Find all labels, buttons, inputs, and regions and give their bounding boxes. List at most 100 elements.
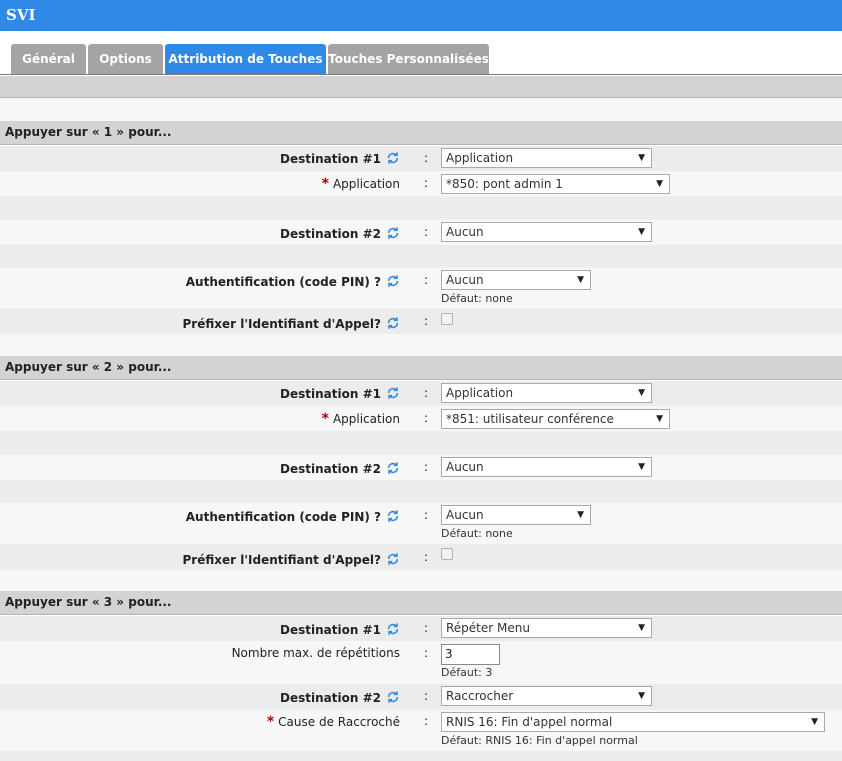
destination-1-label: Destination #1 bbox=[280, 386, 400, 401]
colon: : bbox=[424, 646, 429, 660]
chevron-down-icon: ▼ bbox=[577, 275, 584, 285]
chevron-down-icon: ▼ bbox=[638, 153, 645, 163]
spacer-row bbox=[0, 98, 842, 121]
refresh-icon[interactable] bbox=[386, 509, 400, 523]
form-row-hangup-cause: * Cause de Raccroché : RNIS 16: Fin d'app… bbox=[0, 710, 842, 751]
application-select[interactable]: *850: pont admin 1 ▼ bbox=[441, 174, 670, 194]
prefix-caller-id-checkbox[interactable] bbox=[441, 548, 453, 560]
form-row-application: * Application : *851: utilisateur confére… bbox=[0, 406, 842, 431]
form-row-destination-2: Destination #2 : Aucun ▼ bbox=[0, 455, 842, 480]
form-row-authentication: Authentification (code PIN) ? : Aucun ▼ D… bbox=[0, 268, 842, 309]
max-repetitions-input[interactable]: 3 bbox=[441, 644, 500, 665]
refresh-icon[interactable] bbox=[386, 622, 400, 636]
hangup-cause-label: * Cause de Raccroché bbox=[266, 714, 400, 730]
chevron-down-icon: ▼ bbox=[656, 414, 663, 424]
destination-2-select[interactable]: Raccrocher ▼ bbox=[441, 686, 652, 706]
form-row-destination-1: Destination #1 : Application ▼ bbox=[0, 146, 842, 171]
destination-1-label: Destination #1 bbox=[280, 151, 400, 166]
destination-1-select[interactable]: Application ▼ bbox=[441, 148, 652, 168]
form-row-max-repetitions: Nombre max. de répétitions : 3 Défaut: 3 bbox=[0, 641, 842, 684]
form-row-prefix-caller-id: Préfixer l'Identifiant d'Appel? : bbox=[0, 309, 842, 334]
refresh-icon[interactable] bbox=[386, 690, 400, 704]
destination-1-select[interactable]: Répéter Menu ▼ bbox=[441, 618, 652, 638]
refresh-icon[interactable] bbox=[386, 386, 400, 400]
refresh-icon[interactable] bbox=[386, 274, 400, 288]
chevron-down-icon: ▼ bbox=[638, 388, 645, 398]
spacer-row bbox=[0, 570, 842, 591]
destination-2-select[interactable]: Aucun ▼ bbox=[441, 457, 652, 477]
form-row-authentication: Authentification (code PIN) ? : Aucun ▼ D… bbox=[0, 503, 842, 544]
hangup-cause-default-hint: Défaut: RNIS 16: Fin d'appel normal bbox=[441, 734, 638, 747]
chevron-down-icon: ▼ bbox=[638, 623, 645, 633]
colon: : bbox=[424, 225, 429, 239]
colon: : bbox=[424, 273, 429, 287]
destination-1-label: Destination #1 bbox=[280, 622, 400, 637]
tab-options[interactable]: Options bbox=[88, 44, 163, 74]
required-marker: * bbox=[321, 411, 329, 427]
form-row-destination-1: Destination #1 : Application ▼ bbox=[0, 381, 842, 406]
refresh-icon[interactable] bbox=[386, 316, 400, 330]
form-row-application: * Application : *850: pont admin 1 ▼ bbox=[0, 171, 842, 196]
colon: : bbox=[424, 508, 429, 522]
authentication-label: Authentification (code PIN) ? bbox=[186, 274, 400, 289]
application-select[interactable]: *851: utilisateur conférence ▼ bbox=[441, 409, 670, 429]
destination-2-label: Destination #2 bbox=[280, 690, 400, 705]
prefix-caller-id-label: Préfixer l'Identifiant d'Appel? bbox=[183, 316, 401, 331]
max-repetitions-default-hint: Défaut: 3 bbox=[441, 666, 493, 679]
chevron-down-icon: ▼ bbox=[656, 179, 663, 189]
spacer-row bbox=[0, 480, 842, 503]
form-row-destination-1: Destination #1 : Répéter Menu ▼ bbox=[0, 616, 842, 641]
chevron-down-icon: ▼ bbox=[638, 462, 645, 472]
spacer-row bbox=[0, 196, 842, 220]
form-row-destination-2: Destination #2 : Aucun ▼ bbox=[0, 220, 842, 245]
prefix-caller-id-label: Préfixer l'Identifiant d'Appel? bbox=[183, 552, 401, 567]
required-marker: * bbox=[266, 714, 275, 730]
authentication-select[interactable]: Aucun ▼ bbox=[441, 505, 591, 525]
colon: : bbox=[424, 411, 429, 425]
chevron-down-icon: ▼ bbox=[577, 510, 584, 520]
max-repetitions-label: Nombre max. de répétitions bbox=[231, 646, 400, 660]
hangup-cause-select[interactable]: RNIS 16: Fin d'appel normal ▼ bbox=[441, 712, 825, 732]
tab-general[interactable]: Général bbox=[11, 44, 86, 74]
authentication-default-hint: Défaut: none bbox=[441, 292, 513, 305]
application-label: * Application bbox=[321, 176, 400, 192]
spacer-row bbox=[0, 751, 842, 761]
authentication-default-hint: Défaut: none bbox=[441, 527, 513, 540]
refresh-icon[interactable] bbox=[386, 552, 400, 566]
refresh-icon[interactable] bbox=[386, 226, 400, 240]
colon: : bbox=[424, 621, 429, 635]
authentication-select[interactable]: Aucun ▼ bbox=[441, 270, 591, 290]
colon: : bbox=[424, 176, 429, 190]
tab-bar: Général Options Attribution de Touches T… bbox=[0, 44, 842, 75]
destination-2-label: Destination #2 bbox=[280, 461, 400, 476]
app-title: SVI bbox=[0, 0, 842, 31]
tab-attribution-de-touches[interactable]: Attribution de Touches bbox=[165, 44, 326, 74]
section-header-key-1: Appuyer sur « 1 » pour... bbox=[0, 121, 842, 145]
refresh-icon[interactable] bbox=[386, 151, 400, 165]
required-marker: * bbox=[321, 176, 329, 192]
colon: : bbox=[424, 689, 429, 703]
section-header-key-3: Appuyer sur « 3 » pour... bbox=[0, 591, 842, 615]
destination-2-label: Destination #2 bbox=[280, 226, 400, 241]
spacer-row bbox=[0, 334, 842, 356]
authentication-label: Authentification (code PIN) ? bbox=[186, 509, 400, 524]
colon: : bbox=[424, 460, 429, 474]
colon: : bbox=[424, 314, 429, 328]
refresh-icon[interactable] bbox=[386, 461, 400, 475]
chevron-down-icon: ▼ bbox=[811, 717, 818, 727]
prefix-caller-id-checkbox[interactable] bbox=[441, 313, 453, 325]
section-header-key-2: Appuyer sur « 2 » pour... bbox=[0, 356, 842, 380]
colon: : bbox=[424, 550, 429, 564]
spacer-row bbox=[0, 245, 842, 268]
colon: : bbox=[424, 714, 429, 728]
toolbar-band bbox=[0, 76, 842, 98]
colon: : bbox=[424, 151, 429, 165]
form-row-prefix-caller-id: Préfixer l'Identifiant d'Appel? : bbox=[0, 544, 842, 570]
destination-2-select[interactable]: Aucun ▼ bbox=[441, 222, 652, 242]
chevron-down-icon: ▼ bbox=[638, 691, 645, 701]
application-label: * Application bbox=[321, 411, 400, 427]
destination-1-select[interactable]: Application ▼ bbox=[441, 383, 652, 403]
form-row-destination-2: Destination #2 : Raccrocher ▼ bbox=[0, 684, 842, 710]
colon: : bbox=[424, 386, 429, 400]
tab-touches-personnalisees[interactable]: Touches Personnalisées bbox=[328, 44, 489, 74]
